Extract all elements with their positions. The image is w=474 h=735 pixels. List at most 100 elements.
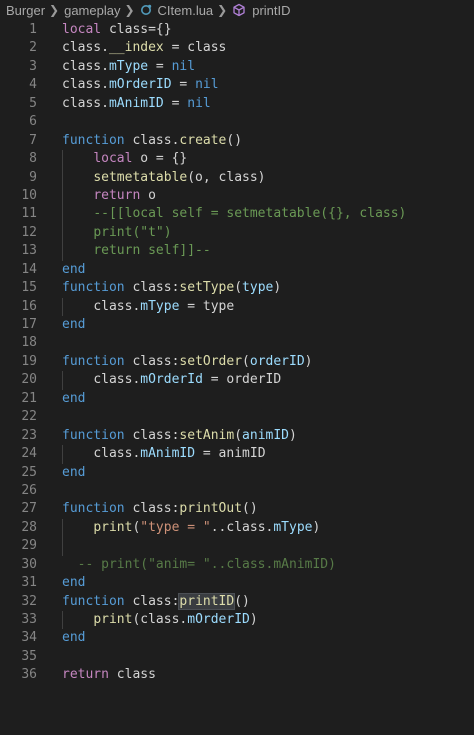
code-line[interactable]: 17 end <box>0 316 474 334</box>
line-number: 31 <box>21 575 37 591</box>
code-line[interactable]: 36 return class <box>0 666 474 684</box>
code-line[interactable]: 13 return self]]-- <box>0 242 474 261</box>
code-line[interactable]: 35 <box>0 648 474 666</box>
line-number: 35 <box>21 648 37 664</box>
code-line[interactable]: 32 function class:printID() <box>0 592 474 611</box>
code-token: o <box>140 187 156 203</box>
breadcrumb-label: gameplay <box>64 2 121 18</box>
code-token: nil <box>195 77 219 93</box>
code-token: = <box>148 58 172 74</box>
code-line[interactable]: 4 class.mOrderID = nil <box>0 76 474 94</box>
code-token: ) <box>273 280 282 296</box>
code-text: class.mType = type <box>37 297 474 316</box>
code-token: ( <box>234 427 243 443</box>
line-number: 13 <box>21 243 37 259</box>
line-number: 22 <box>21 409 37 425</box>
code-text: end <box>37 574 474 592</box>
chevron-right-icon: ❯ <box>49 3 60 17</box>
code-text: function class:printID() <box>37 592 474 611</box>
code-line[interactable]: 15 function class:setType(type) <box>0 279 474 297</box>
code-text: class.mOrderID = nil <box>37 76 474 94</box>
code-line[interactable]: 10 return o <box>0 186 474 206</box>
breadcrumb-file-citem[interactable]: CItem.lua <box>140 2 214 18</box>
code-line[interactable]: 33 print(class.mOrderID) <box>0 611 474 630</box>
code-line[interactable]: 6 <box>0 113 474 131</box>
code-text: function class:setType(type) <box>37 279 474 297</box>
code-line[interactable]: 20 class.mOrderId = orderID <box>0 371 474 390</box>
breadcrumb-symbol-printid[interactable]: printID <box>232 3 291 18</box>
code-line[interactable]: 9 setmetatable(o, class) <box>0 168 474 187</box>
code-token: setType <box>179 280 235 296</box>
breadcrumb: Burger ❯ gameplay ❯ CItem.lua ❯ printID <box>0 0 474 20</box>
code-line[interactable]: 29 <box>0 537 474 556</box>
code-line[interactable]: 23 function class:setAnim(animID) <box>0 427 474 445</box>
code-token: = orderID <box>202 372 282 388</box>
code-token: return <box>93 187 141 203</box>
code-line[interactable]: 11 --[[local self = setmetatable({}, cla… <box>0 205 474 224</box>
code-text: local class={} <box>37 21 474 39</box>
code-token: class: <box>124 501 180 517</box>
code-token: = type <box>179 298 235 314</box>
code-token: = animID <box>195 446 266 462</box>
code-text: -- print("anim= "..class.mAnimID) <box>37 556 474 574</box>
method-cube-icon <box>233 3 245 17</box>
code-line[interactable]: 18 <box>0 334 474 352</box>
breadcrumb-label: CItem.lua <box>157 2 214 18</box>
indent-guide <box>62 205 63 224</box>
code-line[interactable]: 2 class.__index = class <box>0 39 474 57</box>
breadcrumb-label: Burger <box>6 2 46 18</box>
line-number: 26 <box>21 482 37 498</box>
code-line[interactable]: 22 <box>0 408 474 426</box>
code-line[interactable]: 30 -- print("anim= "..class.mAnimID) <box>0 556 474 574</box>
code-token: class. <box>226 519 274 535</box>
code-line[interactable]: 27 function class:printOut() <box>0 500 474 518</box>
code-text: local o = {} <box>37 150 474 169</box>
code-line[interactable]: 34 end <box>0 629 474 647</box>
code-text: class.__index = class <box>37 39 474 57</box>
indent-guide <box>62 537 63 556</box>
code-token: ) <box>249 612 258 627</box>
code-line[interactable]: 3 class.mType = nil <box>0 58 474 76</box>
line-number: 23 <box>21 427 37 443</box>
code-token: orderID <box>249 353 305 369</box>
code-line[interactable]: 21 end <box>0 390 474 408</box>
code-editor[interactable]: 1 local class={} 2 class.__index = class 3 cl… <box>0 20 474 685</box>
code-line[interactable]: 5 class.mAnimID = nil <box>0 95 474 113</box>
code-line[interactable]: 12 print("t") <box>0 223 474 243</box>
line-number: 29 <box>21 538 37 554</box>
code-line[interactable]: 26 <box>0 482 474 500</box>
code-token: function <box>62 280 125 296</box>
line-number: 32 <box>21 593 37 609</box>
code-token: end <box>62 261 86 277</box>
code-token: return self]]-- <box>93 243 211 259</box>
code-token: = <box>171 77 196 93</box>
code-line[interactable]: 14 end <box>0 261 474 279</box>
code-token: class: <box>124 353 180 369</box>
code-token: nil <box>171 58 196 74</box>
code-text: end <box>37 390 474 408</box>
code-line[interactable]: 8 local o = {} <box>0 150 474 169</box>
indent-guide <box>62 371 63 390</box>
line-number: 12 <box>21 224 37 240</box>
code-line[interactable]: 31 end <box>0 574 474 592</box>
breadcrumb-folder-gameplay[interactable]: gameplay <box>64 3 120 18</box>
code-token: end <box>62 575 86 591</box>
line-number: 11 <box>21 206 37 222</box>
code-line[interactable]: 24 class.mAnimID = animID <box>0 445 474 464</box>
code-token: local <box>93 151 133 167</box>
breadcrumb-folder-burger[interactable]: Burger <box>6 3 45 18</box>
code-line[interactable]: 1 local class={} <box>0 21 474 39</box>
line-number: 25 <box>21 464 37 480</box>
code-line[interactable]: 28 print("type = "..class.mType) <box>0 518 474 538</box>
code-line[interactable]: 25 end <box>0 464 474 482</box>
code-line[interactable]: 19 function class:setOrder(orderID) <box>0 353 474 371</box>
code-token: .. <box>210 519 227 535</box>
code-line[interactable]: 16 class.mType = type <box>0 297 474 316</box>
code-line[interactable]: 7 function class.create() <box>0 132 474 150</box>
